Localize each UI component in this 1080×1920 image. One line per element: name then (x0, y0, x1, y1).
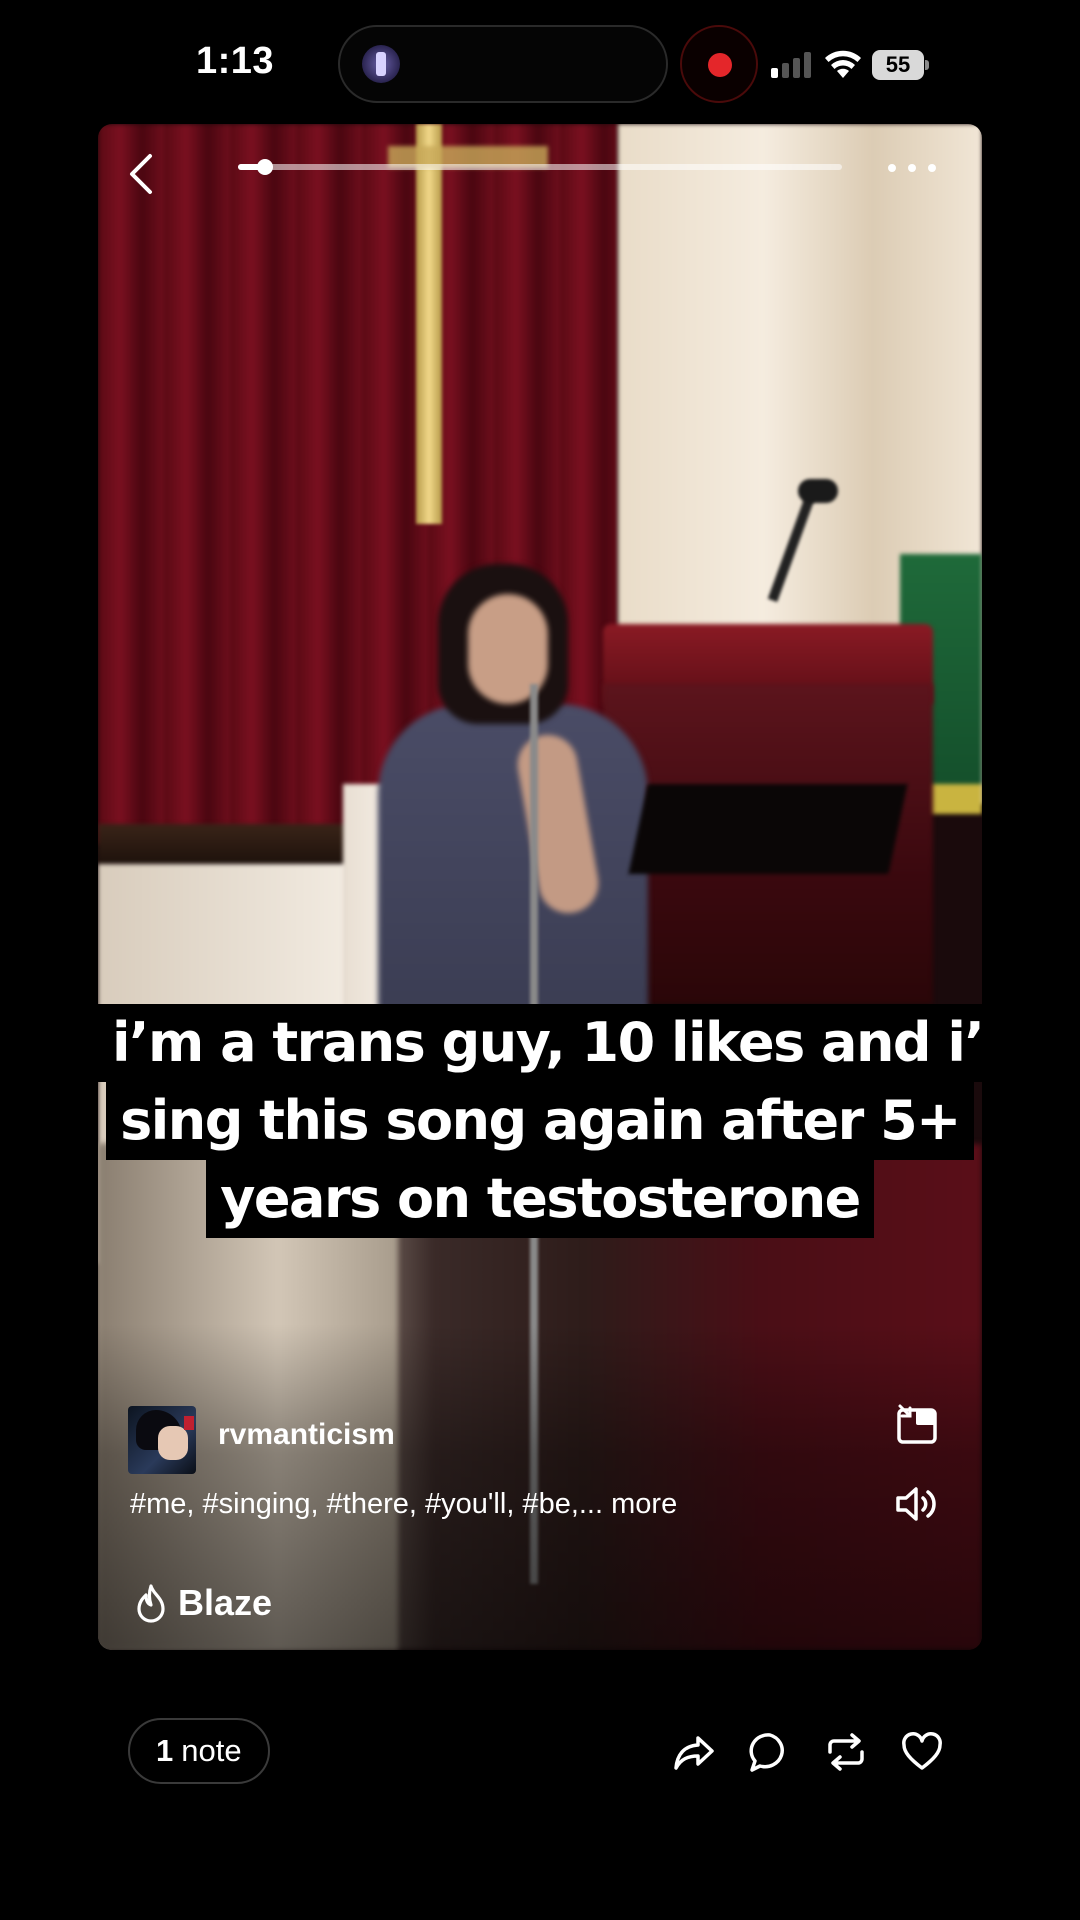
video-progress-bar[interactable] (238, 159, 842, 175)
cellular-signal-icon (771, 52, 813, 78)
blaze-button[interactable]: Blaze (134, 1576, 272, 1630)
screen-recording-indicator[interactable] (680, 25, 758, 103)
caption-line-2: sing this song again after 5+ (106, 1082, 974, 1160)
picture-in-picture-icon[interactable] (894, 1402, 940, 1448)
wifi-icon (825, 50, 861, 78)
caption-line-1: i’m a trans guy, 10 likes and i’ll (98, 1004, 982, 1082)
author-username[interactable]: rvmanticism (218, 1418, 395, 1452)
heart-icon[interactable] (900, 1730, 944, 1774)
reblog-icon[interactable] (824, 1730, 868, 1774)
chevron-left-icon (130, 154, 152, 194)
post-tags[interactable]: #me, #singing, #there, #you'll, #be,... … (130, 1488, 677, 1521)
notes-button[interactable]: 1 note (128, 1718, 270, 1784)
flame-icon (137, 1584, 165, 1623)
dynamic-island (338, 25, 668, 103)
video-caption: i’m a trans guy, 10 likes and i’ll sing … (98, 1004, 982, 1238)
tags-text: #me, #singing, #there, #you'll, #be,... (130, 1488, 604, 1520)
tags-more-link[interactable]: more (611, 1488, 677, 1520)
notes-count: 1 (156, 1733, 174, 1768)
more-options-button[interactable] (888, 148, 936, 188)
speaker-icon[interactable] (894, 1484, 940, 1524)
back-button[interactable] (116, 146, 166, 202)
status-time: 1:13 (196, 40, 275, 82)
blaze-label: Blaze (178, 1582, 273, 1623)
battery-level: 55 (872, 50, 924, 80)
comment-icon[interactable] (748, 1730, 792, 1774)
caption-line-3: years on testosterone (206, 1160, 874, 1238)
status-bar: 1:13 55 (0, 0, 1080, 125)
flashlight-icon (362, 45, 400, 83)
notes-label: note (181, 1733, 242, 1768)
video-post-card[interactable]: i’m a trans guy, 10 likes and i’ll sing … (98, 124, 982, 1650)
author-avatar[interactable] (128, 1406, 196, 1474)
battery-icon: 55 (872, 50, 930, 80)
share-icon[interactable] (672, 1730, 716, 1774)
